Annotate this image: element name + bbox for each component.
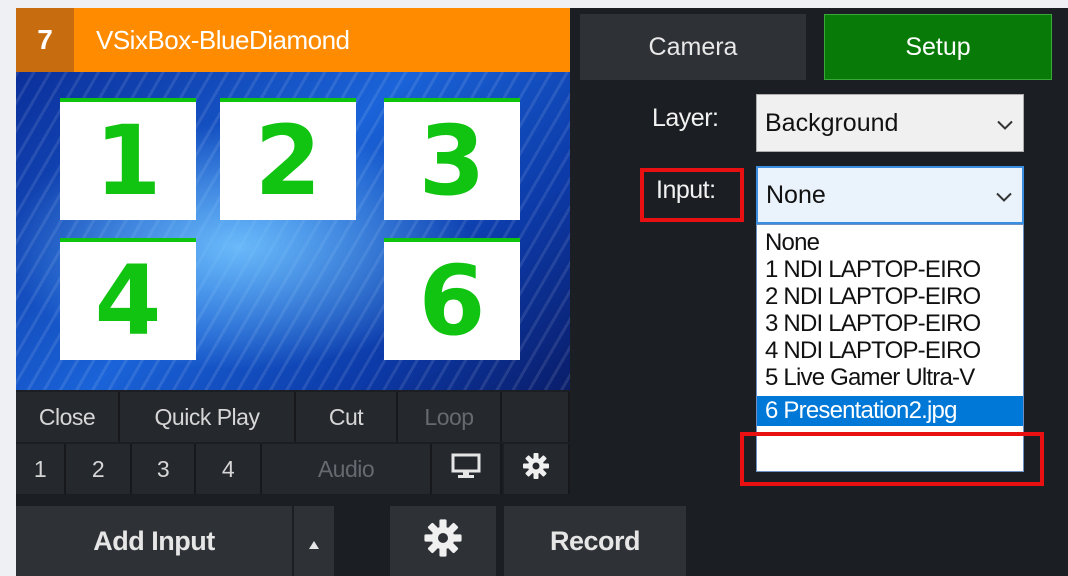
dropdown-option-selected[interactable]: 6 Presentation2.jpg (757, 396, 1023, 426)
add-input-menu-button[interactable] (294, 506, 334, 576)
input-settings-button[interactable] (504, 444, 570, 494)
audio-button[interactable]: Audio (262, 444, 432, 494)
overlay-1-button[interactable]: 1 (16, 444, 66, 494)
cut-button[interactable]: Cut (296, 392, 398, 442)
row1-spacer (502, 392, 570, 442)
loop-button[interactable]: Loop (398, 392, 502, 442)
add-input-button[interactable]: Add Input (16, 506, 292, 576)
preview-tile-4: 4 (60, 238, 196, 360)
gear-icon (423, 518, 463, 565)
quick-play-button[interactable]: Quick Play (120, 392, 296, 442)
caret-up-icon (308, 526, 320, 557)
layer-value: Background (765, 108, 899, 137)
tab-camera[interactable]: Camera (580, 14, 806, 80)
dropdown-option[interactable]: 1 NDI LAPTOP-EIRO (757, 256, 1023, 283)
dropdown-option[interactable]: None (757, 229, 1023, 256)
chevron-down-icon (996, 181, 1012, 210)
layer-label: Layer: (652, 104, 719, 132)
preview-tile-6: 6 (384, 238, 520, 360)
monitor-button[interactable] (432, 444, 502, 494)
close-button[interactable]: Close (16, 392, 120, 442)
gear-icon (522, 452, 550, 486)
dropdown-option[interactable]: 4 NDI LAPTOP-EIRO (757, 337, 1023, 364)
selected-option-highlight (740, 432, 1044, 486)
dropdown-option[interactable]: 5 Live Gamer Ultra-V (757, 364, 1023, 391)
overlay-3-button[interactable]: 3 (132, 444, 196, 494)
monitor-icon (451, 453, 481, 485)
preview-tile-2: 2 (220, 98, 356, 220)
preview-tile-1: 1 (60, 98, 196, 220)
overlay-2-button[interactable]: 2 (66, 444, 132, 494)
overlay-4-button[interactable]: 4 (196, 444, 262, 494)
input-preview[interactable]: 1 2 3 4 6 (16, 72, 570, 390)
dropdown-option[interactable]: 3 NDI LAPTOP-EIRO (757, 310, 1023, 337)
layer-select[interactable]: Background (756, 94, 1024, 152)
dropdown-option[interactable]: 2 NDI LAPTOP-EIRO (757, 283, 1023, 310)
input-number: 7 (16, 8, 74, 72)
chevron-down-icon (997, 109, 1013, 138)
input-value: None (766, 180, 826, 209)
input-label-highlight (640, 168, 744, 222)
tab-setup[interactable]: Setup (824, 14, 1052, 80)
input-title: VSixBox-BlueDiamond (96, 25, 350, 55)
record-button[interactable]: Record (504, 506, 686, 576)
preview-tile-3: 3 (384, 98, 520, 220)
input-select[interactable]: None (756, 166, 1024, 224)
settings-button[interactable] (390, 506, 496, 576)
